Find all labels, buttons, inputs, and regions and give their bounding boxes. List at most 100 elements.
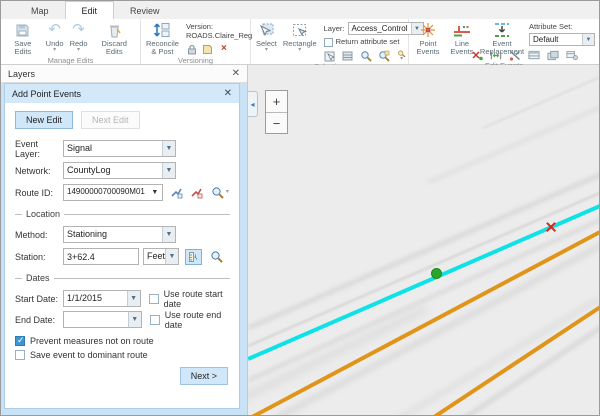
route-id-combobox[interactable]: 14900000700090M01 ▼ <box>63 184 163 201</box>
use-route-end-date-checkbox[interactable] <box>150 315 160 325</box>
rectangle-select-icon <box>292 22 307 38</box>
version-value: ROADS.Claire_Reg <box>186 31 252 40</box>
add-point-events-title: Add Point Events <box>12 89 81 99</box>
reconcile-post-button[interactable]: Reconcile & Post <box>143 20 182 56</box>
select-button[interactable]: Select ▾ <box>253 20 280 53</box>
prevent-measures-checkbox[interactable] <box>15 336 25 346</box>
group-versioning: Reconcile & Post Version: ROADS.Claire_R… <box>141 19 251 64</box>
station-target-marker[interactable] <box>545 221 557 233</box>
return-attribute-set-label: Return attribute set <box>336 37 400 47</box>
start-date-label: Start Date: <box>15 294 63 304</box>
redo-icon: ↷ <box>72 22 85 38</box>
end-date-arrow[interactable]: ▼ <box>128 312 141 327</box>
tab-edit[interactable]: Edit <box>65 1 115 19</box>
station-units-arrow[interactable]: ▼ <box>165 249 178 264</box>
method-combobox[interactable]: Stationing ▼ <box>63 226 176 243</box>
end-date-label: End Date: <box>15 315 63 325</box>
select-route-icon[interactable] <box>169 185 183 201</box>
group-manage-edits: Save Edits ↶ Undo ▾ ↷ Redo ▾ Discard Edi… <box>1 19 141 64</box>
point-event-marker[interactable] <box>431 268 442 279</box>
use-route-start-date-checkbox[interactable] <box>149 294 159 304</box>
undo-dropdown-caret[interactable]: ▾ <box>53 48 56 53</box>
point-events-icon <box>420 22 436 38</box>
next-edit-button[interactable]: Next Edit <box>81 111 140 129</box>
use-route-end-date-label: Use route end date <box>165 310 230 330</box>
end-date-picker[interactable]: ▼ <box>63 311 142 328</box>
version-label: Version: <box>186 22 252 31</box>
copy-events-icon[interactable] <box>547 49 559 61</box>
trim-event-icon[interactable] <box>509 49 521 61</box>
location-section-header: Location <box>15 209 230 219</box>
version-lock-icon[interactable] <box>186 43 198 55</box>
attribute-set-label: Attribute Set: <box>529 22 595 32</box>
attribute-set-combobox[interactable]: Default ▼ <box>529 33 595 46</box>
tab-map[interactable]: Map <box>15 2 65 19</box>
dates-section-header: Dates <box>15 273 230 283</box>
station-units-combobox[interactable]: Feet ▼ <box>143 248 179 265</box>
network-label: Network: <box>15 166 63 176</box>
tab-review[interactable]: Review <box>114 2 176 19</box>
prevent-measures-label: Prevent measures not on route <box>30 336 154 346</box>
return-attribute-set-checkbox[interactable] <box>324 38 333 47</box>
zoom-to-selection-icon[interactable] <box>360 50 372 62</box>
selection-more-icon[interactable]: ▾ <box>396 50 408 62</box>
pane-collapse-tab[interactable]: ◂ <box>248 91 258 117</box>
select-dropdown-caret[interactable]: ▾ <box>265 48 268 53</box>
save-dominant-checkbox[interactable] <box>15 350 25 360</box>
pick-station-on-map-icon[interactable] <box>185 249 202 265</box>
rectangle-select-button[interactable]: Rectangle ▾ <box>280 20 320 53</box>
collapse-arrow-icon: ◂ <box>250 100 254 109</box>
next-button[interactable]: Next > <box>180 367 228 385</box>
start-date-arrow[interactable]: ▼ <box>127 291 140 306</box>
zoom-out-button[interactable]: − <box>266 112 287 133</box>
point-events-button[interactable]: Point Events <box>411 20 445 56</box>
new-edit-button[interactable]: New Edit <box>15 111 73 129</box>
add-point-events-close-icon[interactable]: ✕ <box>224 88 232 99</box>
route-id-caret[interactable]: ▼ <box>148 185 162 200</box>
select-features-icon[interactable] <box>324 50 336 62</box>
trash-icon <box>108 22 121 38</box>
attribute-table-icon[interactable] <box>342 50 354 62</box>
split-event-icon[interactable] <box>490 49 502 61</box>
network-combobox-arrow[interactable]: ▼ <box>162 163 175 178</box>
ribbon: Save Edits ↶ Undo ▾ ↷ Redo ▾ Discard Edi… <box>1 19 599 65</box>
layer-label: Layer: <box>324 24 345 34</box>
rectangle-dropdown-caret[interactable]: ▾ <box>298 48 301 53</box>
line-events-icon <box>453 22 471 38</box>
event-layer-combobox[interactable]: Signal ▼ <box>63 140 176 157</box>
save-dominant-label: Save event to dominant route <box>30 350 148 360</box>
network-combobox[interactable]: CountyLog ▼ <box>63 162 176 179</box>
app-window: Map Edit Review Save Edits ↶ Undo ▾ <box>0 0 600 416</box>
zoom-to-route-icon[interactable]: ▾ <box>210 185 230 201</box>
delete-version-icon[interactable]: × <box>218 43 230 55</box>
undo-button[interactable]: ↶ Undo ▾ <box>43 20 67 53</box>
event-layer-label: Event Layer: <box>15 139 63 159</box>
method-combobox-arrow[interactable]: ▼ <box>162 227 175 242</box>
ribbon-tab-row: Map Edit Review <box>1 1 599 19</box>
event-replacement-icon <box>493 22 511 38</box>
save-icon <box>15 22 30 38</box>
layers-pane-title: Layers <box>8 69 35 79</box>
event-table-icon[interactable] <box>528 49 540 61</box>
discard-edits-button[interactable]: Discard Edits <box>91 20 138 56</box>
zoom-to-station-icon[interactable] <box>208 249 225 265</box>
method-label: Method: <box>15 230 63 240</box>
redo-dropdown-caret[interactable]: ▾ <box>77 48 80 53</box>
use-route-start-date-label: Use route start date <box>164 289 230 309</box>
event-options-icon[interactable] <box>566 49 578 61</box>
start-date-picker[interactable]: 1/1/2015 ▼ <box>63 290 141 307</box>
redo-button[interactable]: ↷ Redo ▾ <box>67 20 91 53</box>
delete-event-icon[interactable] <box>471 49 483 61</box>
map-view[interactable]: ◂ + − <box>248 65 599 415</box>
layers-pane-close-icon[interactable]: ✕ <box>232 69 240 79</box>
group-selection: Select ▾ Rectangle ▾ Layer: Access_Contr… <box>251 19 409 64</box>
new-version-icon[interactable] <box>202 43 214 55</box>
layers-pane-header: Layers ✕ <box>1 65 247 83</box>
zoom-in-button[interactable]: + <box>266 91 287 112</box>
station-input[interactable] <box>63 248 139 265</box>
event-layer-combobox-arrow[interactable]: ▼ <box>162 141 175 156</box>
attribute-set-combobox-arrow[interactable]: ▼ <box>582 34 594 45</box>
pan-to-selection-icon[interactable] <box>378 50 390 62</box>
clear-route-icon[interactable] <box>189 185 203 201</box>
save-edits-button[interactable]: Save Edits <box>3 20 43 56</box>
